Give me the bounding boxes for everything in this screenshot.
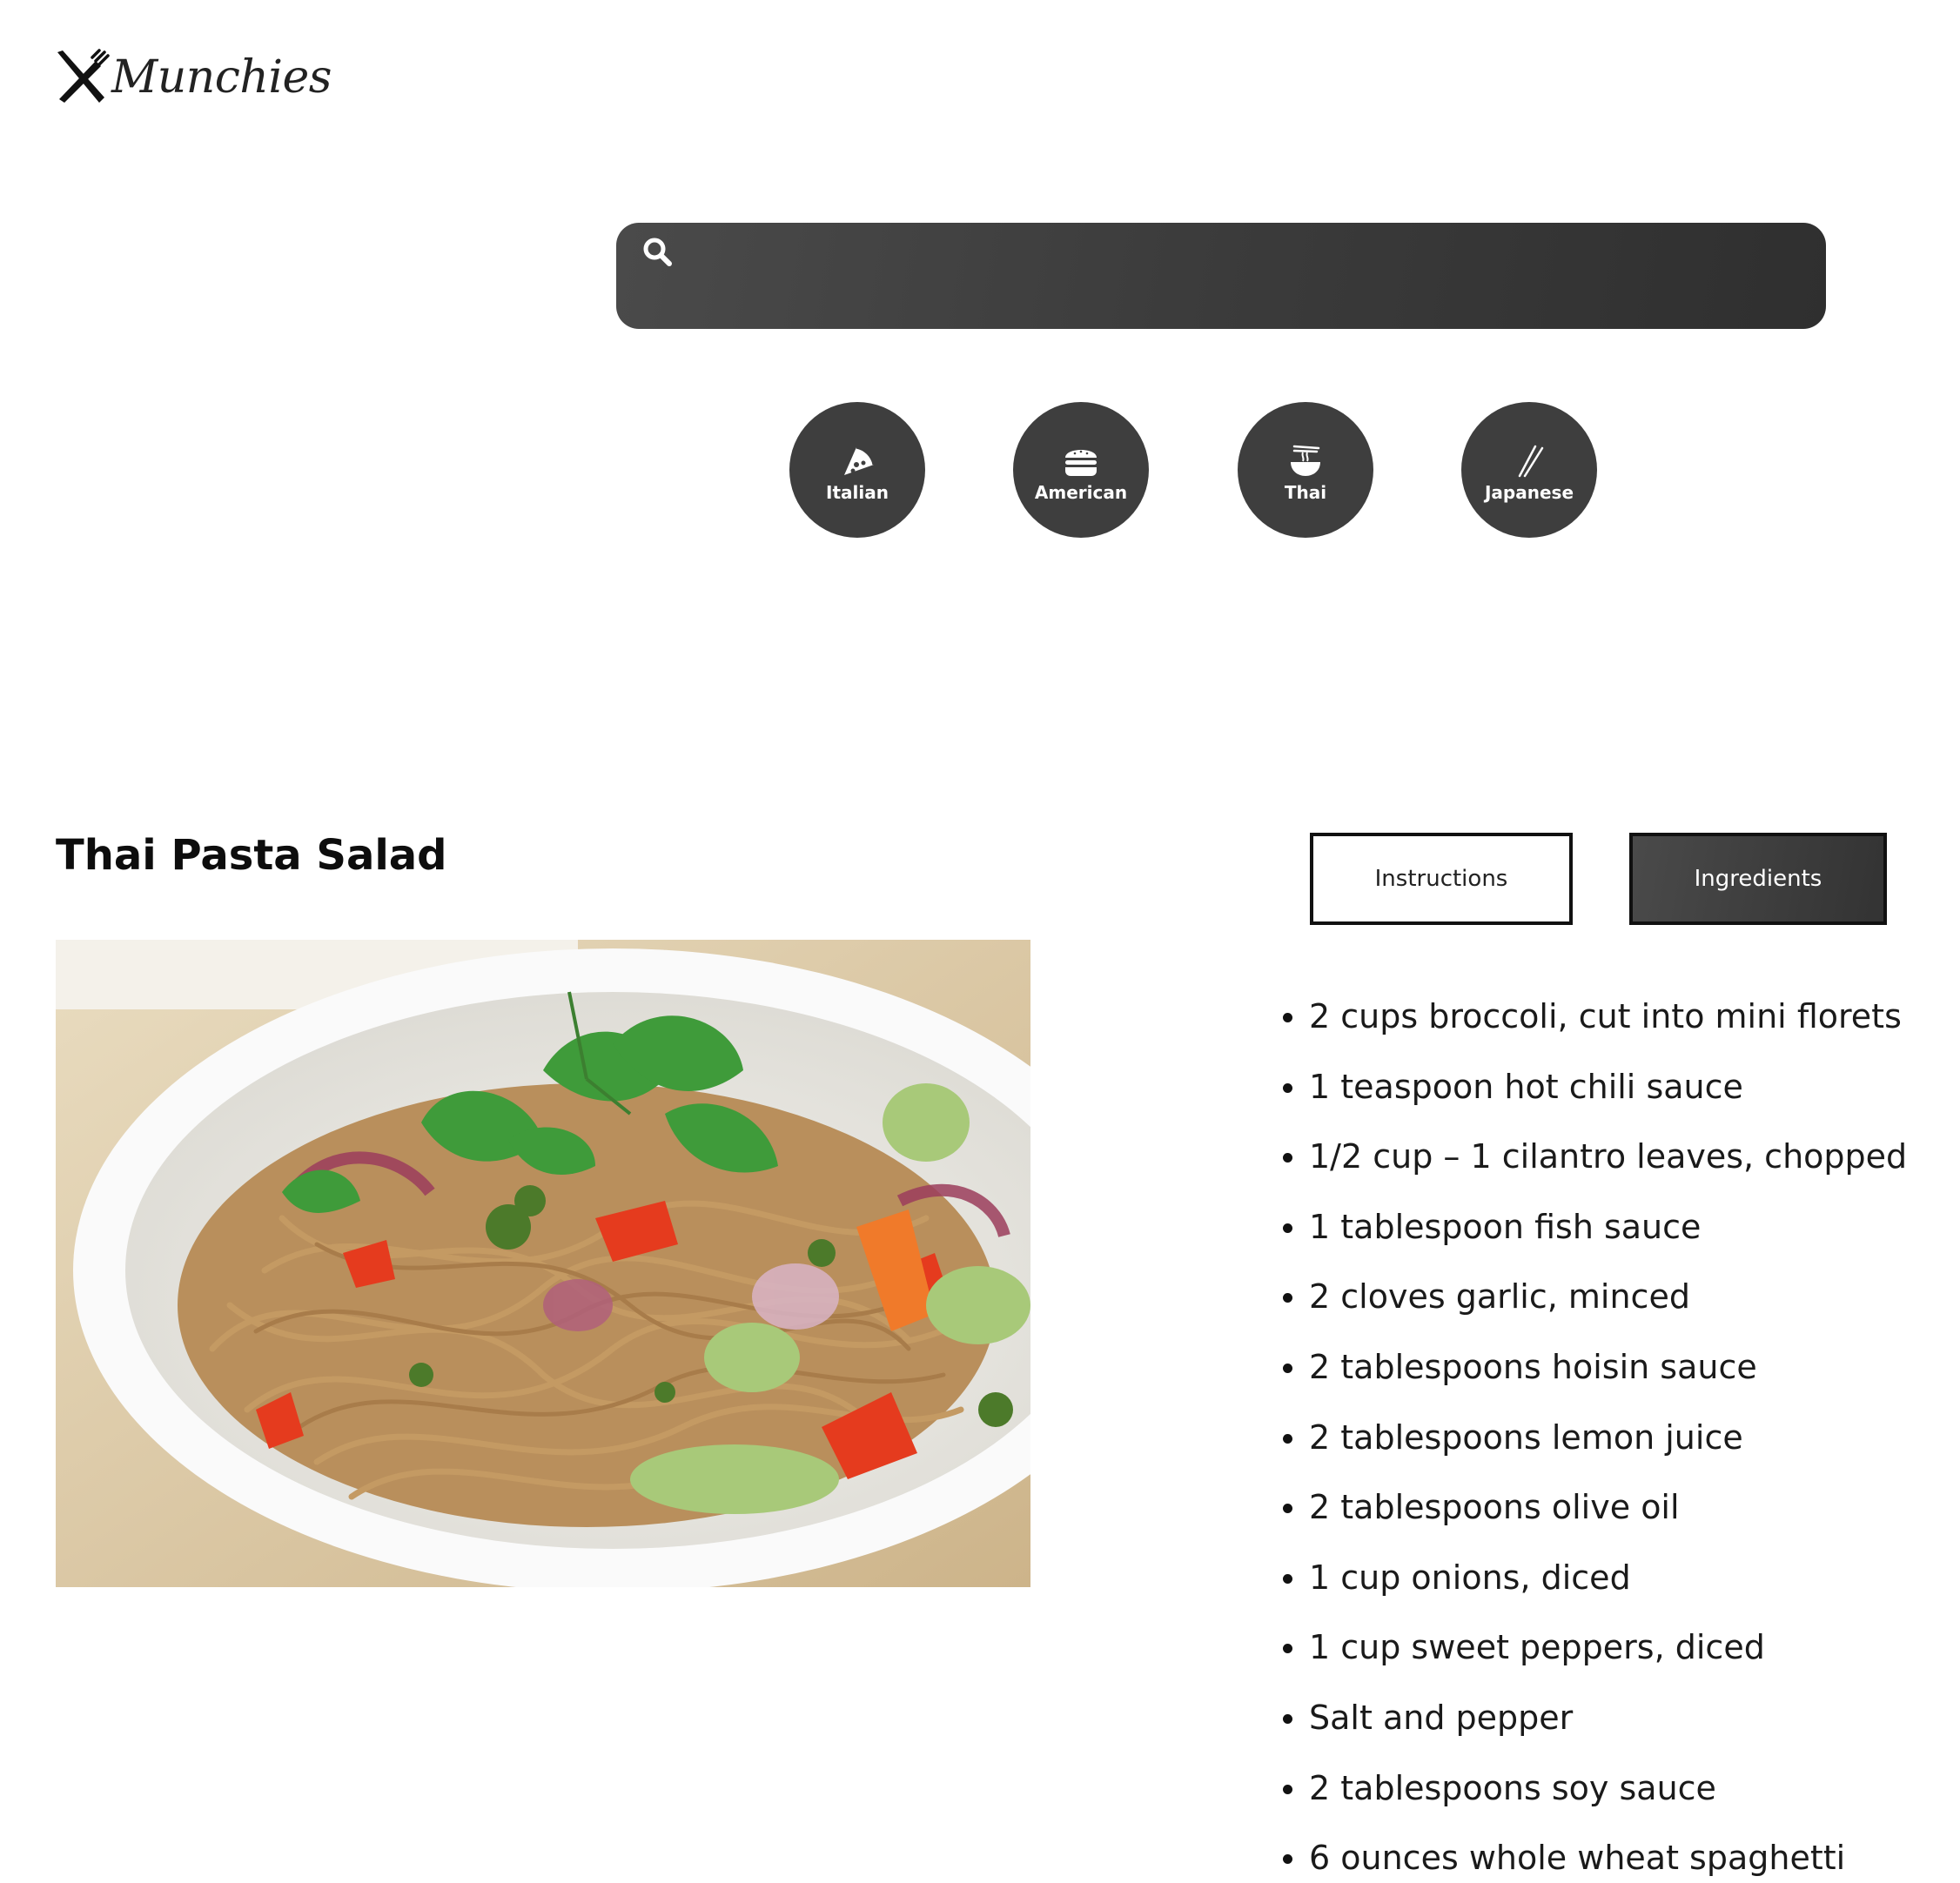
pizza-icon bbox=[844, 446, 876, 475]
tab-ingredients[interactable]: Ingredients bbox=[1629, 833, 1887, 925]
cuisine-button-american[interactable]: American bbox=[1013, 402, 1149, 538]
recipe-image bbox=[56, 940, 1030, 1587]
search-bar[interactable] bbox=[616, 223, 1826, 329]
ingredient-item: 2 tablespoons olive oil bbox=[1279, 1472, 1923, 1543]
burger-icon bbox=[1065, 450, 1097, 476]
tab-instructions[interactable]: Instructions bbox=[1310, 833, 1573, 925]
page: Munchies Italian American Thai Japanese … bbox=[0, 0, 1960, 1883]
cuisine-button-thai[interactable]: Thai bbox=[1238, 402, 1373, 538]
cuisine-label: American bbox=[1034, 482, 1128, 503]
ingredient-item: 2 cups broccoli, cut into mini florets bbox=[1279, 982, 1923, 1052]
ingredient-item: 6 ounces whole wheat spaghetti bbox=[1279, 1823, 1923, 1883]
logo[interactable]: Munchies bbox=[54, 49, 332, 106]
cuisine-label: Italian bbox=[826, 482, 889, 503]
ingredient-item: 2 tablespoons soy sauce bbox=[1279, 1753, 1923, 1824]
cuisine-button-italian[interactable]: Italian bbox=[789, 402, 925, 538]
search-input[interactable] bbox=[691, 233, 1800, 273]
ingredient-item: 1 tablespoon fish sauce bbox=[1279, 1192, 1923, 1263]
noodle-bowl-icon bbox=[1291, 445, 1320, 476]
search-icon bbox=[643, 238, 672, 266]
ingredient-item: 2 cloves garlic, minced bbox=[1279, 1262, 1923, 1332]
ingredient-item: 1/2 cup – 1 cilantro leaves, chopped bbox=[1279, 1122, 1923, 1192]
ingredient-item: Salt and pepper bbox=[1279, 1683, 1923, 1753]
recipe-title: Thai Pasta Salad bbox=[56, 831, 447, 880]
cuisine-label: Japanese bbox=[1484, 482, 1574, 503]
ingredient-item: 1 cup sweet peppers, diced bbox=[1279, 1612, 1923, 1683]
ingredient-item: 1 teaspoon hot chili sauce bbox=[1279, 1052, 1923, 1122]
chopsticks-icon bbox=[1518, 445, 1544, 478]
ingredient-item: 2 tablespoons hoisin sauce bbox=[1279, 1332, 1923, 1403]
ingredient-item: 2 tablespoons lemon juice bbox=[1279, 1403, 1923, 1473]
brand-name: Munchies bbox=[111, 51, 332, 104]
ingredients-list: 2 cups broccoli, cut into mini florets 1… bbox=[1279, 982, 1923, 1883]
ingredient-item: 1 cup onions, diced bbox=[1279, 1543, 1923, 1613]
fork-knife-icon bbox=[57, 49, 110, 103]
cuisine-label: Thai bbox=[1284, 482, 1327, 503]
cuisine-button-japanese[interactable]: Japanese bbox=[1461, 402, 1597, 538]
